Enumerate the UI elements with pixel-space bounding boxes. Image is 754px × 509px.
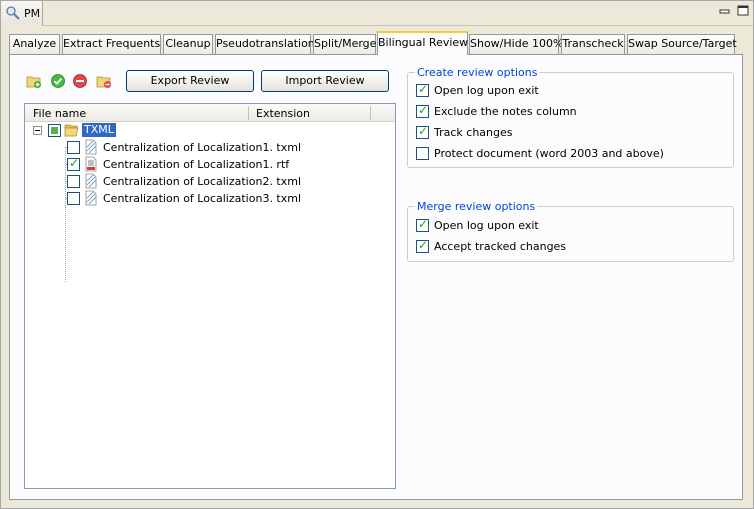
file-name: Centralization of Localization3. txml <box>103 192 302 205</box>
collapse-icon[interactable] <box>33 126 42 135</box>
file-name: Centralization of Localization1. rtf <box>103 158 290 171</box>
import-review-button[interactable]: Import Review <box>261 70 389 92</box>
tree-root-row[interactable]: TXML <box>25 122 395 139</box>
file-checkbox[interactable] <box>67 192 80 205</box>
app-title: PM <box>24 7 41 20</box>
tab-split-merge[interactable]: Split/Merge <box>313 34 376 54</box>
merge-review-options-title: Merge review options <box>415 200 538 213</box>
create-review-options-title: Create review options <box>415 66 540 79</box>
open-folder-icon <box>64 124 79 137</box>
column-extension[interactable]: Extension <box>256 107 310 120</box>
option-label: Protect document (word 2003 and above) <box>434 147 664 160</box>
file-list-header: File name Extension <box>25 104 395 122</box>
option-label: Track changes <box>434 126 513 139</box>
column-separator[interactable] <box>370 106 371 120</box>
tree-root-label[interactable]: TXML <box>82 123 116 137</box>
file-tree[interactable]: File name Extension TXML Centralization … <box>24 103 396 489</box>
option-label: Accept tracked changes <box>434 240 567 253</box>
open-log-checkbox[interactable] <box>416 217 429 232</box>
option-label: Open log upon exit <box>434 84 539 97</box>
export-review-button[interactable]: Export Review <box>126 70 254 92</box>
column-separator[interactable] <box>248 106 249 120</box>
txml-file-icon <box>85 173 97 189</box>
tab-cleanup[interactable]: Cleanup <box>163 34 213 54</box>
remove-folder-icon[interactable] <box>96 73 112 89</box>
minimize-icon[interactable] <box>717 4 733 18</box>
root-checkbox[interactable] <box>48 124 61 137</box>
file-checkbox[interactable] <box>67 175 80 188</box>
file-row[interactable]: Centralization of Localization2. txml <box>25 173 395 190</box>
file-row[interactable]: Centralization of Localization3. txml <box>25 190 395 207</box>
file-checkbox[interactable] <box>67 156 80 171</box>
view-tab-pm[interactable]: PM <box>1 1 43 26</box>
add-folder-icon[interactable] <box>26 73 42 89</box>
option-label: Open log upon exit <box>434 219 539 232</box>
exclude-notes-checkbox[interactable] <box>416 103 429 118</box>
file-name: Centralization of Localization1. txml <box>103 141 302 154</box>
accept-tracked-changes-checkbox[interactable] <box>416 238 429 253</box>
tab-transcheck[interactable]: Transcheck <box>561 34 625 54</box>
maximize-icon[interactable] <box>735 4 751 18</box>
tab-show-hide-100[interactable]: Show/Hide 100% <box>469 34 563 54</box>
check-all-icon[interactable] <box>50 73 66 89</box>
remove-icon[interactable] <box>72 73 88 89</box>
pm-window: PM Analyze Extract Frequents Cleanup Pse… <box>0 0 754 509</box>
tab-extract-frequents[interactable]: Extract Frequents <box>62 34 161 54</box>
file-row[interactable]: Centralization of Localization1. rtf <box>25 156 395 173</box>
file-checkbox[interactable] <box>67 141 80 154</box>
tab-analyze[interactable]: Analyze <box>9 34 60 54</box>
bilingual-review-panel: Export Review Import Review File name Ex… <box>9 54 743 500</box>
txml-file-icon <box>85 190 97 206</box>
track-changes-checkbox[interactable] <box>416 124 429 139</box>
create-review-options-group: Create review options Open log upon exit… <box>407 66 734 168</box>
file-name: Centralization of Localization2. txml <box>103 175 302 188</box>
title-bar: PM <box>1 1 753 26</box>
merge-review-options-group: Merge review options Open log upon exit … <box>407 200 734 262</box>
file-row[interactable]: Centralization of Localization1. txml <box>25 139 395 156</box>
tab-pseudotranslation[interactable]: Pseudotranslation <box>215 34 315 54</box>
pm-app-icon <box>6 6 20 20</box>
open-log-checkbox[interactable] <box>416 82 429 97</box>
tab-bilingual-review[interactable]: Bilingual Review <box>377 31 468 55</box>
tab-swap-source-target[interactable]: Swap Source/Target <box>627 34 737 54</box>
txml-file-icon <box>85 139 97 155</box>
rtf-file-icon <box>85 156 97 172</box>
column-file-name[interactable]: File name <box>33 107 86 120</box>
protect-document-checkbox[interactable] <box>416 147 429 160</box>
option-label: Exclude the notes column <box>434 105 577 118</box>
